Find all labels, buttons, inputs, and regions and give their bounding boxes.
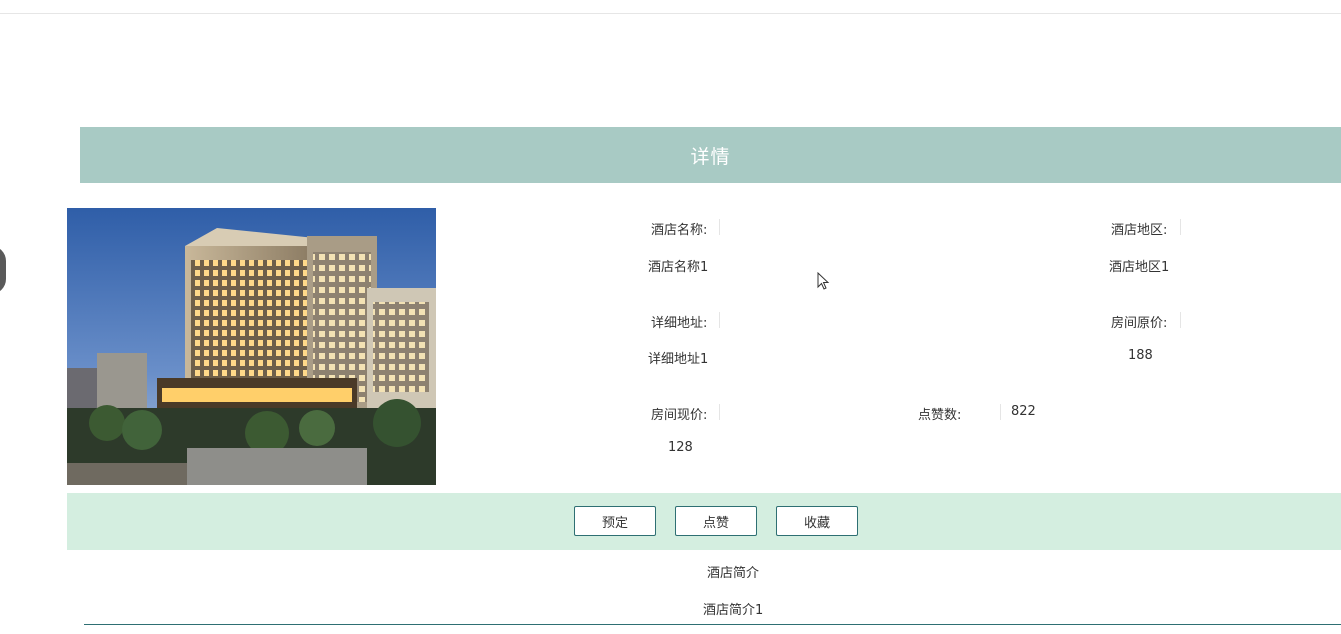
favorite-button[interactable]: 收藏 (776, 506, 858, 536)
current-price-value: 128 (668, 440, 693, 455)
hotel-photo (67, 208, 436, 485)
mouse-cursor-icon (817, 272, 830, 290)
field-divider (1180, 219, 1181, 235)
hotel-address-value: 详细地址1 (648, 352, 709, 367)
book-button[interactable]: 预定 (574, 506, 656, 536)
likes-label: 点赞数: (918, 408, 962, 423)
hotel-name-label: 酒店名称: (651, 223, 708, 238)
original-price-value: 188 (1128, 348, 1153, 363)
hotel-name-value: 酒店名称1 (648, 260, 709, 275)
intro-text: 酒店简介1 (703, 603, 764, 618)
field-divider (1180, 312, 1181, 328)
field-divider (719, 404, 720, 420)
side-float-button[interactable] (0, 246, 6, 294)
top-nav-bar (0, 0, 1341, 14)
intro-title: 酒店简介 (707, 566, 760, 581)
current-price-label: 房间现价: (651, 408, 708, 423)
original-price-label: 房间原价: (1111, 316, 1168, 331)
likes-value: 822 (1011, 404, 1036, 419)
section-divider (84, 624, 1341, 625)
hotel-region-value: 酒店地区1 (1109, 260, 1170, 275)
field-divider (719, 219, 720, 235)
field-divider (1000, 404, 1001, 420)
hotel-photo-image (67, 208, 436, 485)
page-title: 详情 (690, 145, 731, 168)
field-divider (719, 312, 720, 328)
hotel-region-label: 酒店地区: (1111, 223, 1168, 238)
detail-header: 详情 (80, 127, 1341, 183)
hotel-address-label: 详细地址: (651, 316, 708, 331)
like-button[interactable]: 点赞 (675, 506, 757, 536)
